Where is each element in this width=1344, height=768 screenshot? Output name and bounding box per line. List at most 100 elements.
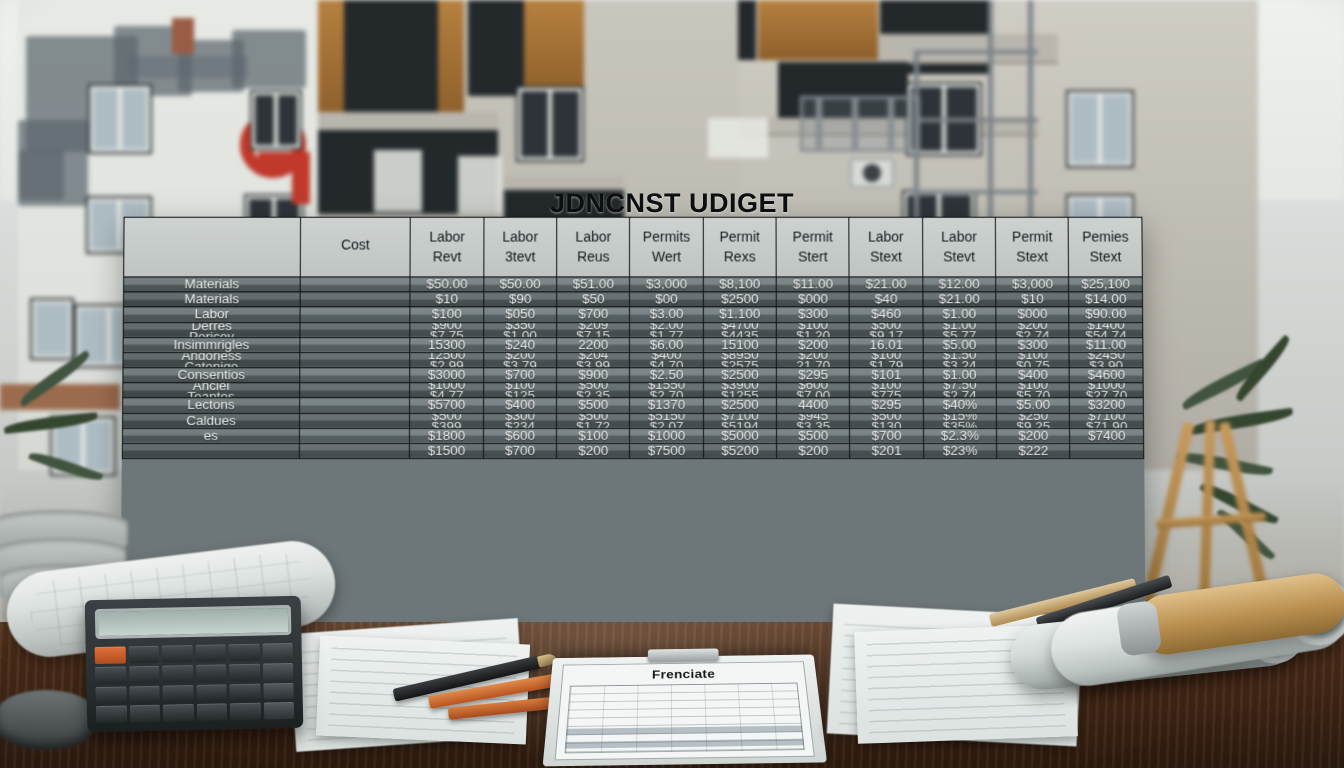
table-cell[interactable]: $200 $2.74 <box>996 322 1070 338</box>
table-cell[interactable]: $700 <box>556 307 630 323</box>
table-cell[interactable]: 4400 <box>776 397 850 414</box>
row-label[interactable]: Caldues <box>122 413 300 429</box>
table-cell[interactable]: $8950 $2575 <box>703 352 777 368</box>
table-cell[interactable]: $1.00 <box>923 367 997 383</box>
table-cell[interactable]: $2.50 <box>629 367 704 383</box>
table-cell[interactable] <box>299 397 410 414</box>
table-cell[interactable]: $7100 $71.90 <box>1069 413 1144 429</box>
table-cell[interactable]: $11.00 <box>776 276 850 292</box>
calculator-key[interactable] <box>263 702 295 720</box>
table-cell[interactable]: $8,100 <box>703 276 777 292</box>
table-cell[interactable]: $100 <box>556 428 630 444</box>
table-cell[interactable]: $200 $3.79 <box>483 352 557 368</box>
table-cell[interactable]: $200 <box>996 428 1071 444</box>
calculator-key[interactable] <box>128 645 159 664</box>
table-cell[interactable]: $222 <box>996 443 1071 459</box>
table-cell[interactable]: 12500 $2.99 <box>410 352 484 368</box>
table-cell[interactable]: $000 <box>776 291 850 308</box>
table-cell[interactable] <box>299 337 411 353</box>
table-cell[interactable]: $4700 $4435 <box>703 322 777 338</box>
table-cell[interactable]: $1370 <box>629 397 704 414</box>
table-cell[interactable]: $600 $7.00 <box>776 382 850 398</box>
table-cell[interactable]: $050 <box>483 307 557 323</box>
table-cell[interactable]: $1500 <box>409 443 484 459</box>
table-cell[interactable]: $12.00 <box>922 276 996 292</box>
table-cell[interactable]: 2200 <box>556 337 630 353</box>
calculator-key[interactable] <box>195 644 226 662</box>
table-cell[interactable]: $945 $3.35 <box>776 413 850 429</box>
table-cell[interactable]: $2500 <box>703 291 777 308</box>
table-cell[interactable]: $25,100 <box>1068 276 1143 292</box>
table-cell[interactable]: $500 $399 <box>409 413 484 429</box>
table-row[interactable]: Materials $50.00 $50.00 $51.00 $3,000 $8,100 $… <box>123 276 1143 292</box>
table-cell[interactable]: $6.00 <box>629 337 704 353</box>
table-cell[interactable] <box>300 276 411 292</box>
table-cell[interactable]: $460 <box>849 307 923 323</box>
row-label[interactable]: Materials <box>123 276 301 292</box>
table-row[interactable]: Lectons $5700 $400 $500 $1370 $2500 4400 $295 $4… <box>122 397 1144 414</box>
row-label[interactable]: Insimmrigles <box>123 337 300 353</box>
table-row[interactable]: Materials $10 $90 $50 $00 $2500 $000 $40 $21.00 $… <box>123 291 1143 308</box>
table-cell[interactable]: $295 <box>849 397 924 414</box>
table-cell[interactable]: $1550 $2.70 <box>629 382 704 398</box>
column-header-10[interactable]: Permit Stext <box>995 217 1069 277</box>
table-cell[interactable] <box>1070 443 1144 459</box>
table-cell[interactable]: $100 $1.20 <box>776 322 850 338</box>
table-cell[interactable]: $300 $234 <box>483 413 557 429</box>
table-cell[interactable]: $100 $5.70 <box>996 382 1070 398</box>
table-cell[interactable]: $209 $7.15 <box>556 322 630 338</box>
column-header-4[interactable]: Labor Reus <box>556 217 630 277</box>
calculator-key[interactable] <box>161 645 193 663</box>
table-row[interactable]: Caldues $500 $399 $300 $234 $500 $1.72 $5150 $2.… <box>122 413 1144 429</box>
table-cell[interactable]: $50 <box>556 291 630 308</box>
table-cell[interactable]: $3200 <box>1069 397 1144 414</box>
calculator-key[interactable] <box>262 682 294 700</box>
table-cell[interactable]: $7500 <box>629 443 704 459</box>
table-cell[interactable] <box>299 443 410 459</box>
table-cell[interactable]: $1.100 <box>703 307 777 323</box>
column-header-6[interactable]: Permit Rexs <box>703 217 777 277</box>
row-label[interactable]: Materials <box>123 291 301 308</box>
calculator-key[interactable] <box>128 665 160 683</box>
table-cell[interactable]: $900 <box>556 367 630 383</box>
table-cell[interactable] <box>299 367 411 383</box>
table-cell[interactable]: $1000 <box>629 428 704 444</box>
calculator-key[interactable] <box>95 666 126 684</box>
table-cell[interactable]: $10 <box>410 291 484 308</box>
budget-table[interactable]: Cost Labor Revt Labor 3tevt Labor Reus Permits W… <box>122 217 1144 459</box>
table-cell[interactable] <box>299 413 410 429</box>
table-cell[interactable]: $100 $1.79 <box>849 352 924 368</box>
table-cell[interactable]: $50.00 <box>410 276 484 292</box>
table-cell[interactable]: $500 $2.35 <box>556 382 630 398</box>
table-cell[interactable] <box>299 352 411 368</box>
table-cell[interactable]: $400 <box>996 367 1070 383</box>
table-cell[interactable]: $3000 <box>410 367 484 383</box>
table-cell[interactable]: $2450 $3.90 <box>1069 352 1144 368</box>
table-cell[interactable]: $3,000 <box>629 276 704 292</box>
table-cell[interactable]: $100 <box>410 307 484 323</box>
calculator[interactable] <box>84 595 304 733</box>
table-cell[interactable]: $4600 <box>1069 367 1144 383</box>
row-label[interactable]: Labor <box>123 307 300 323</box>
row-label[interactable]: Anciel Teantes <box>122 382 300 398</box>
calculator-key[interactable] <box>196 703 228 721</box>
table-cell[interactable] <box>299 291 411 308</box>
table-cell[interactable]: $00 <box>629 291 704 308</box>
calculator-key[interactable] <box>129 704 161 723</box>
table-cell[interactable]: $40 <box>849 291 923 308</box>
row-label[interactable]: es <box>122 428 300 444</box>
table-cell[interactable]: $250 $9.25 <box>996 413 1070 429</box>
table-cell[interactable]: $5700 <box>409 397 484 414</box>
table-row[interactable]: Consentios $3000 $700 $900 $2.50 $2500 $295 $10… <box>122 367 1144 383</box>
column-header-9[interactable]: Labor Stevt <box>922 217 996 277</box>
table-cell[interactable]: $500 <box>776 428 850 444</box>
table-cell[interactable]: $295 <box>776 367 850 383</box>
table-body[interactable]: Materials $50.00 $50.00 $51.00 $3,000 $8,100 $… <box>122 276 1144 459</box>
table-cell[interactable]: $1.00 $5.77 <box>922 322 997 338</box>
table-cell[interactable]: $2500 <box>703 397 777 414</box>
table-row[interactable]: Anciel Teantes $1000 $4.77 $100 $125 $500 $2.35… <box>122 382 1144 398</box>
column-header-0[interactable] <box>123 217 301 277</box>
clipboard[interactable]: Frenciate <box>542 648 828 767</box>
table-cell[interactable]: $51.00 <box>556 276 630 292</box>
calculator-key[interactable] <box>229 663 260 681</box>
